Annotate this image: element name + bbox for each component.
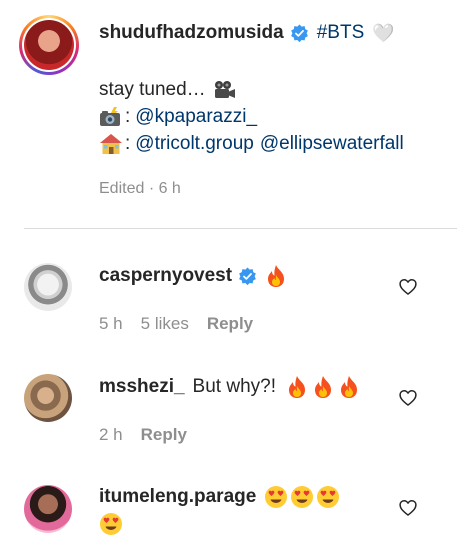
reply-button[interactable]: Reply [141,425,187,445]
comment-header: itumeleng.parage [99,485,340,509]
fire-emoji-icon [314,376,331,398]
caption-line-3: : @tricolt.group @ellipsewaterfall [99,130,404,157]
comment-item: caspernyovest 5 h 5 likes Reply [0,255,457,355]
comment-likes-count[interactable]: 5 likes [141,314,189,334]
caption-meta: Edited · 6 h [99,180,181,197]
caption-body: stay tuned… : @kpaparazzi_: @tricolt.gr… [99,76,404,157]
reply-button[interactable]: Reply [207,314,253,334]
mention-link-tricolt[interactable]: @tricolt.group [135,130,254,157]
fire-emoji-icon [288,376,305,398]
like-heart-icon[interactable] [398,498,418,518]
house-icon [100,133,122,154]
fire-emoji-icon [268,265,285,287]
comment-item: itumeleng.parage [0,477,457,553]
caption-header: shudufhadzomusida #BTS 🤍 [99,22,395,44]
caption-text: stay tuned… [99,79,206,100]
caption-line-1: stay tuned… [99,76,404,103]
comment-time: 2 h [99,425,123,444]
avatar[interactable] [24,374,72,422]
white-heart-emoji: 🤍 [372,22,395,44]
heart-eyes-emoji-icon [291,486,314,508]
heart-eyes-emoji-icon [317,486,340,508]
like-heart-icon[interactable] [398,388,418,408]
comment-header: msshezi_ But why?! [99,375,360,399]
comment-item: msshezi_ But why?! 2 h Reply [0,366,457,466]
comment-username[interactable]: caspernyovest [99,265,232,287]
verified-badge-icon [239,266,256,285]
mention-link-kpaparazzi[interactable]: @kpaparazzi_ [135,103,257,130]
caption-line-2: : @kpaparazzi_ [99,103,404,130]
divider [24,228,457,229]
camera-flash-icon [100,106,120,126]
comment-time: 5 h [99,314,123,333]
avatar[interactable] [24,485,72,533]
mention-link-ellipsewaterfall[interactable]: @ellipsewaterfall [260,130,404,157]
comment-username[interactable]: msshezi_ [99,376,185,398]
fire-emoji-icon [340,376,357,398]
avatar [24,20,74,70]
hashtag-link[interactable]: #BTS [317,22,365,44]
comment-meta: 5 h 5 likes Reply [99,314,271,334]
caption-colon: : [125,106,131,127]
story-ring[interactable] [19,15,79,75]
caption-username[interactable]: shudufhadzomusida [99,22,284,44]
verified-badge-icon [290,23,308,42]
movie-camera-icon [214,80,235,98]
caption-colon: : [125,133,131,154]
comment-text: But why?! [192,376,276,397]
comment-header: caspernyovest [99,264,287,288]
comment-meta: 2 h Reply [99,425,205,445]
comment-text-line-2 [99,512,123,536]
heart-eyes-emoji-icon [100,513,122,535]
heart-eyes-emoji-icon [265,486,288,508]
comments-screen: shudufhadzomusida #BTS 🤍 stay tuned…: @… [0,0,457,553]
comment-username[interactable]: itumeleng.parage [99,486,256,508]
like-heart-icon[interactable] [398,277,418,297]
avatar[interactable] [24,263,72,311]
post-caption: shudufhadzomusida #BTS 🤍 stay tuned…: @… [0,0,457,228]
